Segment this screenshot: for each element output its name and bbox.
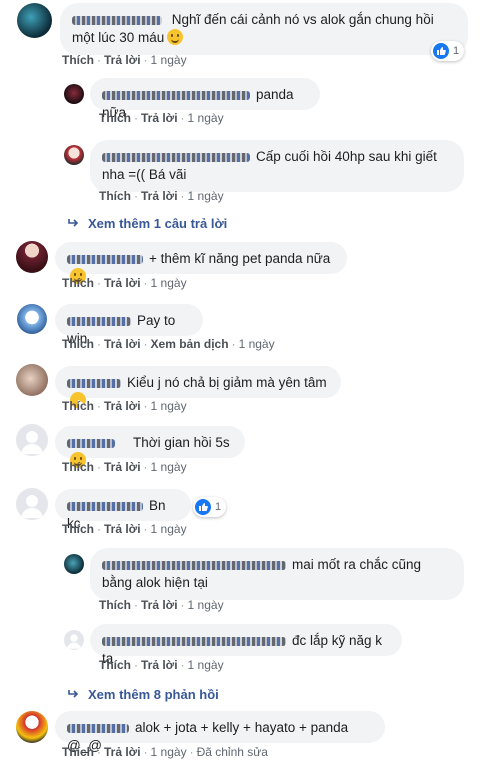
comment-bubble: Thời gian hồi 5s bbox=[55, 426, 245, 468]
timestamp[interactable]: 1 ngày bbox=[151, 460, 187, 474]
avatar[interactable] bbox=[16, 364, 48, 396]
like-link[interactable]: Thích bbox=[62, 522, 94, 536]
comment-actions: Thích · Trả lời · 1 ngày bbox=[62, 522, 187, 536]
timestamp[interactable]: 1 ngày bbox=[151, 276, 187, 290]
comment-bubble: Bn kc bbox=[55, 489, 191, 531]
comment-bubble: alok + jota + kelly + hayato + panda @_@ bbox=[55, 711, 385, 753]
commenter-name[interactable] bbox=[102, 560, 286, 570]
like-link[interactable]: Thích bbox=[62, 745, 94, 759]
comment-actions: Thích · Trả lời · 1 ngày bbox=[62, 399, 187, 413]
commenter-name[interactable] bbox=[102, 90, 250, 100]
comment-bubble: mai mốt ra chắc cũng bằng alok hiện tại bbox=[90, 548, 464, 600]
avatar[interactable] bbox=[64, 84, 84, 104]
comment-bubble: Nghĩ đến cái cảnh nó vs alok gắn chung h… bbox=[60, 3, 468, 55]
smile-emoji-icon bbox=[167, 29, 184, 45]
comment-bubble: Kiểu j nó chả bị giảm mà yên tâm bbox=[55, 366, 341, 408]
comment-actions: Thích · Trả lời · 1 ngày bbox=[99, 111, 224, 125]
default-avatar-icon bbox=[21, 495, 43, 518]
commenter-name[interactable] bbox=[67, 723, 129, 733]
avatar[interactable] bbox=[64, 630, 84, 650]
like-link[interactable]: Thích bbox=[62, 337, 94, 351]
like-icon bbox=[195, 499, 211, 515]
default-avatar-icon bbox=[67, 634, 81, 649]
edited-label[interactable]: Đã chỉnh sửa bbox=[197, 745, 268, 759]
like-link[interactable]: Thích bbox=[99, 598, 131, 612]
comment-actions: Thích · Trả lời · Xem bản dịch · 1 ngày bbox=[62, 337, 275, 351]
reply-link[interactable]: Trả lời bbox=[141, 189, 178, 203]
comment-bubble: Pay to win bbox=[55, 304, 203, 346]
avatar[interactable] bbox=[16, 241, 48, 273]
reply-link[interactable]: Trả lời bbox=[141, 658, 178, 672]
comment-text: Kiểu j nó chả bị giảm mà yên tâm bbox=[127, 375, 327, 390]
reply-arrow-icon bbox=[68, 687, 80, 702]
comment-actions: Thích · Trả lời · 1 ngày bbox=[99, 658, 224, 672]
comment-actions: Thích · Trả lời · 1 ngày bbox=[99, 598, 224, 612]
commenter-name[interactable] bbox=[67, 316, 131, 326]
avatar[interactable] bbox=[64, 145, 84, 165]
comment-actions: Thích · Trả lời · 1 ngày bbox=[62, 460, 187, 474]
reply-link[interactable]: Trả lời bbox=[104, 745, 141, 759]
comment-actions: Thích · Trả lời · 1 ngày · Đã chỉnh sửa bbox=[62, 745, 268, 759]
reply-arrow-icon bbox=[68, 216, 80, 231]
see-more-replies-link[interactable]: Xem thêm 1 câu trả lời bbox=[68, 216, 227, 231]
avatar[interactable] bbox=[17, 3, 52, 38]
commenter-name[interactable] bbox=[102, 152, 250, 162]
avatar[interactable] bbox=[17, 304, 47, 334]
see-more-replies-link[interactable]: Xem thêm 8 phản hồi bbox=[68, 687, 219, 702]
avatar[interactable] bbox=[64, 554, 84, 574]
comment-actions: Thích · Trả lời · 1 ngày bbox=[62, 276, 187, 290]
reaction-count[interactable]: 1 bbox=[431, 41, 465, 61]
reply-link[interactable]: Trả lời bbox=[104, 53, 141, 67]
commenter-name[interactable] bbox=[67, 254, 143, 264]
timestamp[interactable]: 1 ngày bbox=[151, 53, 187, 67]
avatar[interactable] bbox=[16, 424, 48, 456]
like-link[interactable]: Thích bbox=[62, 276, 94, 290]
like-icon bbox=[433, 43, 449, 59]
timestamp[interactable]: 1 ngày bbox=[151, 522, 187, 536]
see-more-label: Xem thêm 8 phản hồi bbox=[88, 687, 219, 702]
comment-bubble: panda nữa bbox=[90, 78, 320, 120]
avatar[interactable] bbox=[16, 488, 48, 520]
comment-text: + thêm kĩ năng pet panda nữa bbox=[149, 251, 331, 266]
like-link[interactable]: Thích bbox=[99, 658, 131, 672]
comment-bubble: + thêm kĩ năng pet panda nữa bbox=[55, 242, 347, 284]
timestamp[interactable]: 1 ngày bbox=[188, 111, 224, 125]
reply-link[interactable]: Trả lời bbox=[104, 399, 141, 413]
commenter-name[interactable] bbox=[67, 438, 115, 448]
reply-link[interactable]: Trả lời bbox=[104, 276, 141, 290]
comment-bubble: đc lắp kỹ năg k ta bbox=[90, 624, 402, 666]
reply-link[interactable]: Trả lời bbox=[141, 111, 178, 125]
commenter-name[interactable] bbox=[102, 636, 286, 646]
timestamp[interactable]: 1 ngày bbox=[188, 598, 224, 612]
like-link[interactable]: Thích bbox=[62, 53, 94, 67]
reply-link[interactable]: Trả lời bbox=[141, 598, 178, 612]
reply-link[interactable]: Trả lời bbox=[104, 460, 141, 474]
like-link[interactable]: Thích bbox=[99, 189, 131, 203]
like-link[interactable]: Thích bbox=[62, 399, 94, 413]
reply-link[interactable]: Trả lời bbox=[104, 337, 141, 351]
commenter-name[interactable] bbox=[67, 501, 143, 511]
timestamp[interactable]: 1 ngày bbox=[151, 745, 187, 759]
reaction-number: 1 bbox=[215, 501, 222, 513]
see-translation-link[interactable]: Xem bản dịch bbox=[151, 337, 229, 351]
timestamp[interactable]: 1 ngày bbox=[188, 658, 224, 672]
comment-text: Thời gian hồi 5s bbox=[133, 435, 230, 450]
see-more-label: Xem thêm 1 câu trả lời bbox=[88, 216, 228, 231]
commenter-name[interactable] bbox=[72, 15, 162, 25]
comment-actions: Thích · Trả lời · 1 ngày bbox=[62, 53, 187, 67]
commenter-name[interactable] bbox=[67, 378, 121, 388]
reply-link[interactable]: Trả lời bbox=[104, 522, 141, 536]
timestamp[interactable]: 1 ngày bbox=[239, 337, 275, 351]
timestamp[interactable]: 1 ngày bbox=[188, 189, 224, 203]
reaction-number: 1 bbox=[453, 45, 460, 57]
like-link[interactable]: Thích bbox=[62, 460, 94, 474]
reaction-count[interactable]: 1 bbox=[193, 497, 227, 517]
default-avatar-icon bbox=[21, 431, 43, 454]
comment-actions: Thích · Trả lời · 1 ngày bbox=[99, 189, 224, 203]
timestamp[interactable]: 1 ngày bbox=[151, 399, 187, 413]
like-link[interactable]: Thích bbox=[99, 111, 131, 125]
comment-bubble: Cấp cuối hồi 40hp sau khi giết nha =(( B… bbox=[90, 140, 464, 192]
avatar[interactable] bbox=[16, 711, 48, 743]
